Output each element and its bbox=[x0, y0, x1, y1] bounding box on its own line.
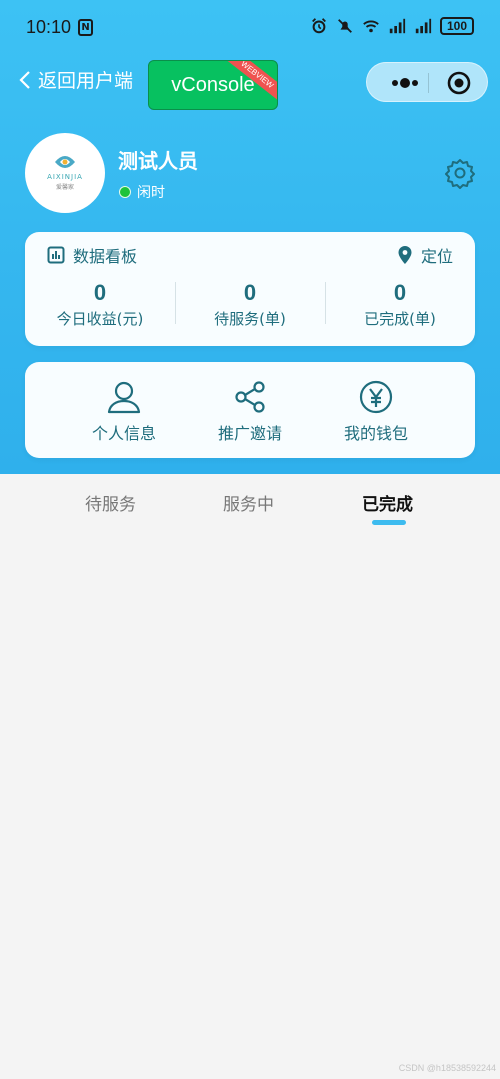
stat-label: 今日收益(元) bbox=[56, 310, 144, 328]
miniprogram-capsule bbox=[366, 62, 488, 102]
work-status[interactable]: 闲时 bbox=[119, 182, 165, 202]
logo-brand-text: AIXINJIA bbox=[47, 173, 83, 181]
dashboard-header: 数据看板 bbox=[47, 243, 137, 267]
nav-bar: 返回用户端 vConsole WEBVIEW bbox=[0, 60, 500, 110]
stat-pending[interactable]: 0 待服务(单) bbox=[175, 280, 325, 338]
stats-row: 0 今日收益(元) 0 待服务(单) 0 已完成(单) bbox=[25, 280, 475, 338]
dashboard-title: 数据看板 bbox=[73, 247, 138, 266]
signal-icon-1 bbox=[389, 18, 406, 34]
stat-completed[interactable]: 0 已完成(单) bbox=[325, 280, 475, 338]
personal-info-button[interactable]: 个人信息 bbox=[69, 380, 179, 444]
locate-button[interactable]: 定位 bbox=[397, 243, 453, 267]
wallet-button[interactable]: 我的钱包 bbox=[321, 380, 431, 444]
stat-label: 已完成(单) bbox=[364, 310, 436, 328]
action-label: 我的钱包 bbox=[343, 424, 408, 443]
dashboard-icon bbox=[47, 246, 65, 264]
action-label: 个人信息 bbox=[91, 424, 156, 443]
more-icon[interactable] bbox=[387, 73, 423, 93]
tab-pending[interactable]: 待服务 bbox=[85, 490, 136, 515]
yuan-icon bbox=[359, 380, 393, 414]
person-icon bbox=[107, 381, 141, 414]
signal-icon-2 bbox=[415, 18, 432, 34]
back-label: 返回用户端 bbox=[38, 70, 134, 92]
back-button[interactable]: 返回用户端 bbox=[18, 66, 133, 93]
wifi-icon bbox=[363, 20, 379, 33]
avatar[interactable]: AIXINJIA 爱馨家 bbox=[25, 133, 105, 213]
stat-label: 待服务(单) bbox=[214, 310, 286, 328]
status-dot-icon bbox=[119, 186, 131, 198]
location-pin-icon bbox=[398, 246, 412, 264]
active-tab-indicator bbox=[372, 520, 406, 525]
logo-icon bbox=[55, 156, 75, 168]
user-name: 测试人员 bbox=[118, 149, 198, 173]
share-icon bbox=[235, 381, 265, 413]
status-bar: 10:10 N 100 bbox=[0, 0, 500, 58]
nfc-icon: N bbox=[78, 19, 93, 36]
action-label: 推广邀请 bbox=[217, 424, 282, 443]
stat-value: 0 bbox=[393, 280, 407, 305]
vconsole-button[interactable]: vConsole WEBVIEW bbox=[148, 60, 278, 110]
order-tabs: 待服务 服务中 已完成 bbox=[0, 474, 500, 530]
status-time: 10:10 bbox=[26, 17, 72, 37]
battery-icon: 100 bbox=[440, 17, 474, 35]
watermark: CSDN @h18538592244 bbox=[398, 1063, 496, 1073]
locate-label: 定位 bbox=[420, 247, 453, 266]
alarm-icon bbox=[312, 18, 326, 34]
tab-in-service[interactable]: 服务中 bbox=[223, 490, 274, 515]
vconsole-label: vConsole bbox=[171, 73, 255, 96]
chevron-left-icon bbox=[19, 70, 30, 89]
logo-sub-text: 爱馨家 bbox=[55, 184, 74, 191]
mute-icon bbox=[338, 19, 352, 33]
gear-icon[interactable] bbox=[444, 157, 476, 189]
stat-value: 0 bbox=[93, 280, 107, 305]
close-miniprogram-icon[interactable] bbox=[447, 71, 471, 95]
tab-completed[interactable]: 已完成 bbox=[362, 490, 413, 515]
stat-value: 0 bbox=[243, 280, 257, 305]
actions-card: 个人信息 推广邀请 我的钱包 bbox=[25, 362, 475, 458]
actions-row: 个人信息 推广邀请 我的钱包 bbox=[69, 380, 431, 444]
stat-today-income[interactable]: 0 今日收益(元) bbox=[25, 280, 175, 338]
dashboard-card: 数据看板 定位 0 今日收益(元) 0 待服务(单) 0 已完成(单) bbox=[25, 232, 475, 346]
invite-button[interactable]: 推广邀请 bbox=[195, 380, 305, 444]
capsule-divider bbox=[428, 73, 429, 93]
status-label: 闲时 bbox=[137, 185, 165, 201]
